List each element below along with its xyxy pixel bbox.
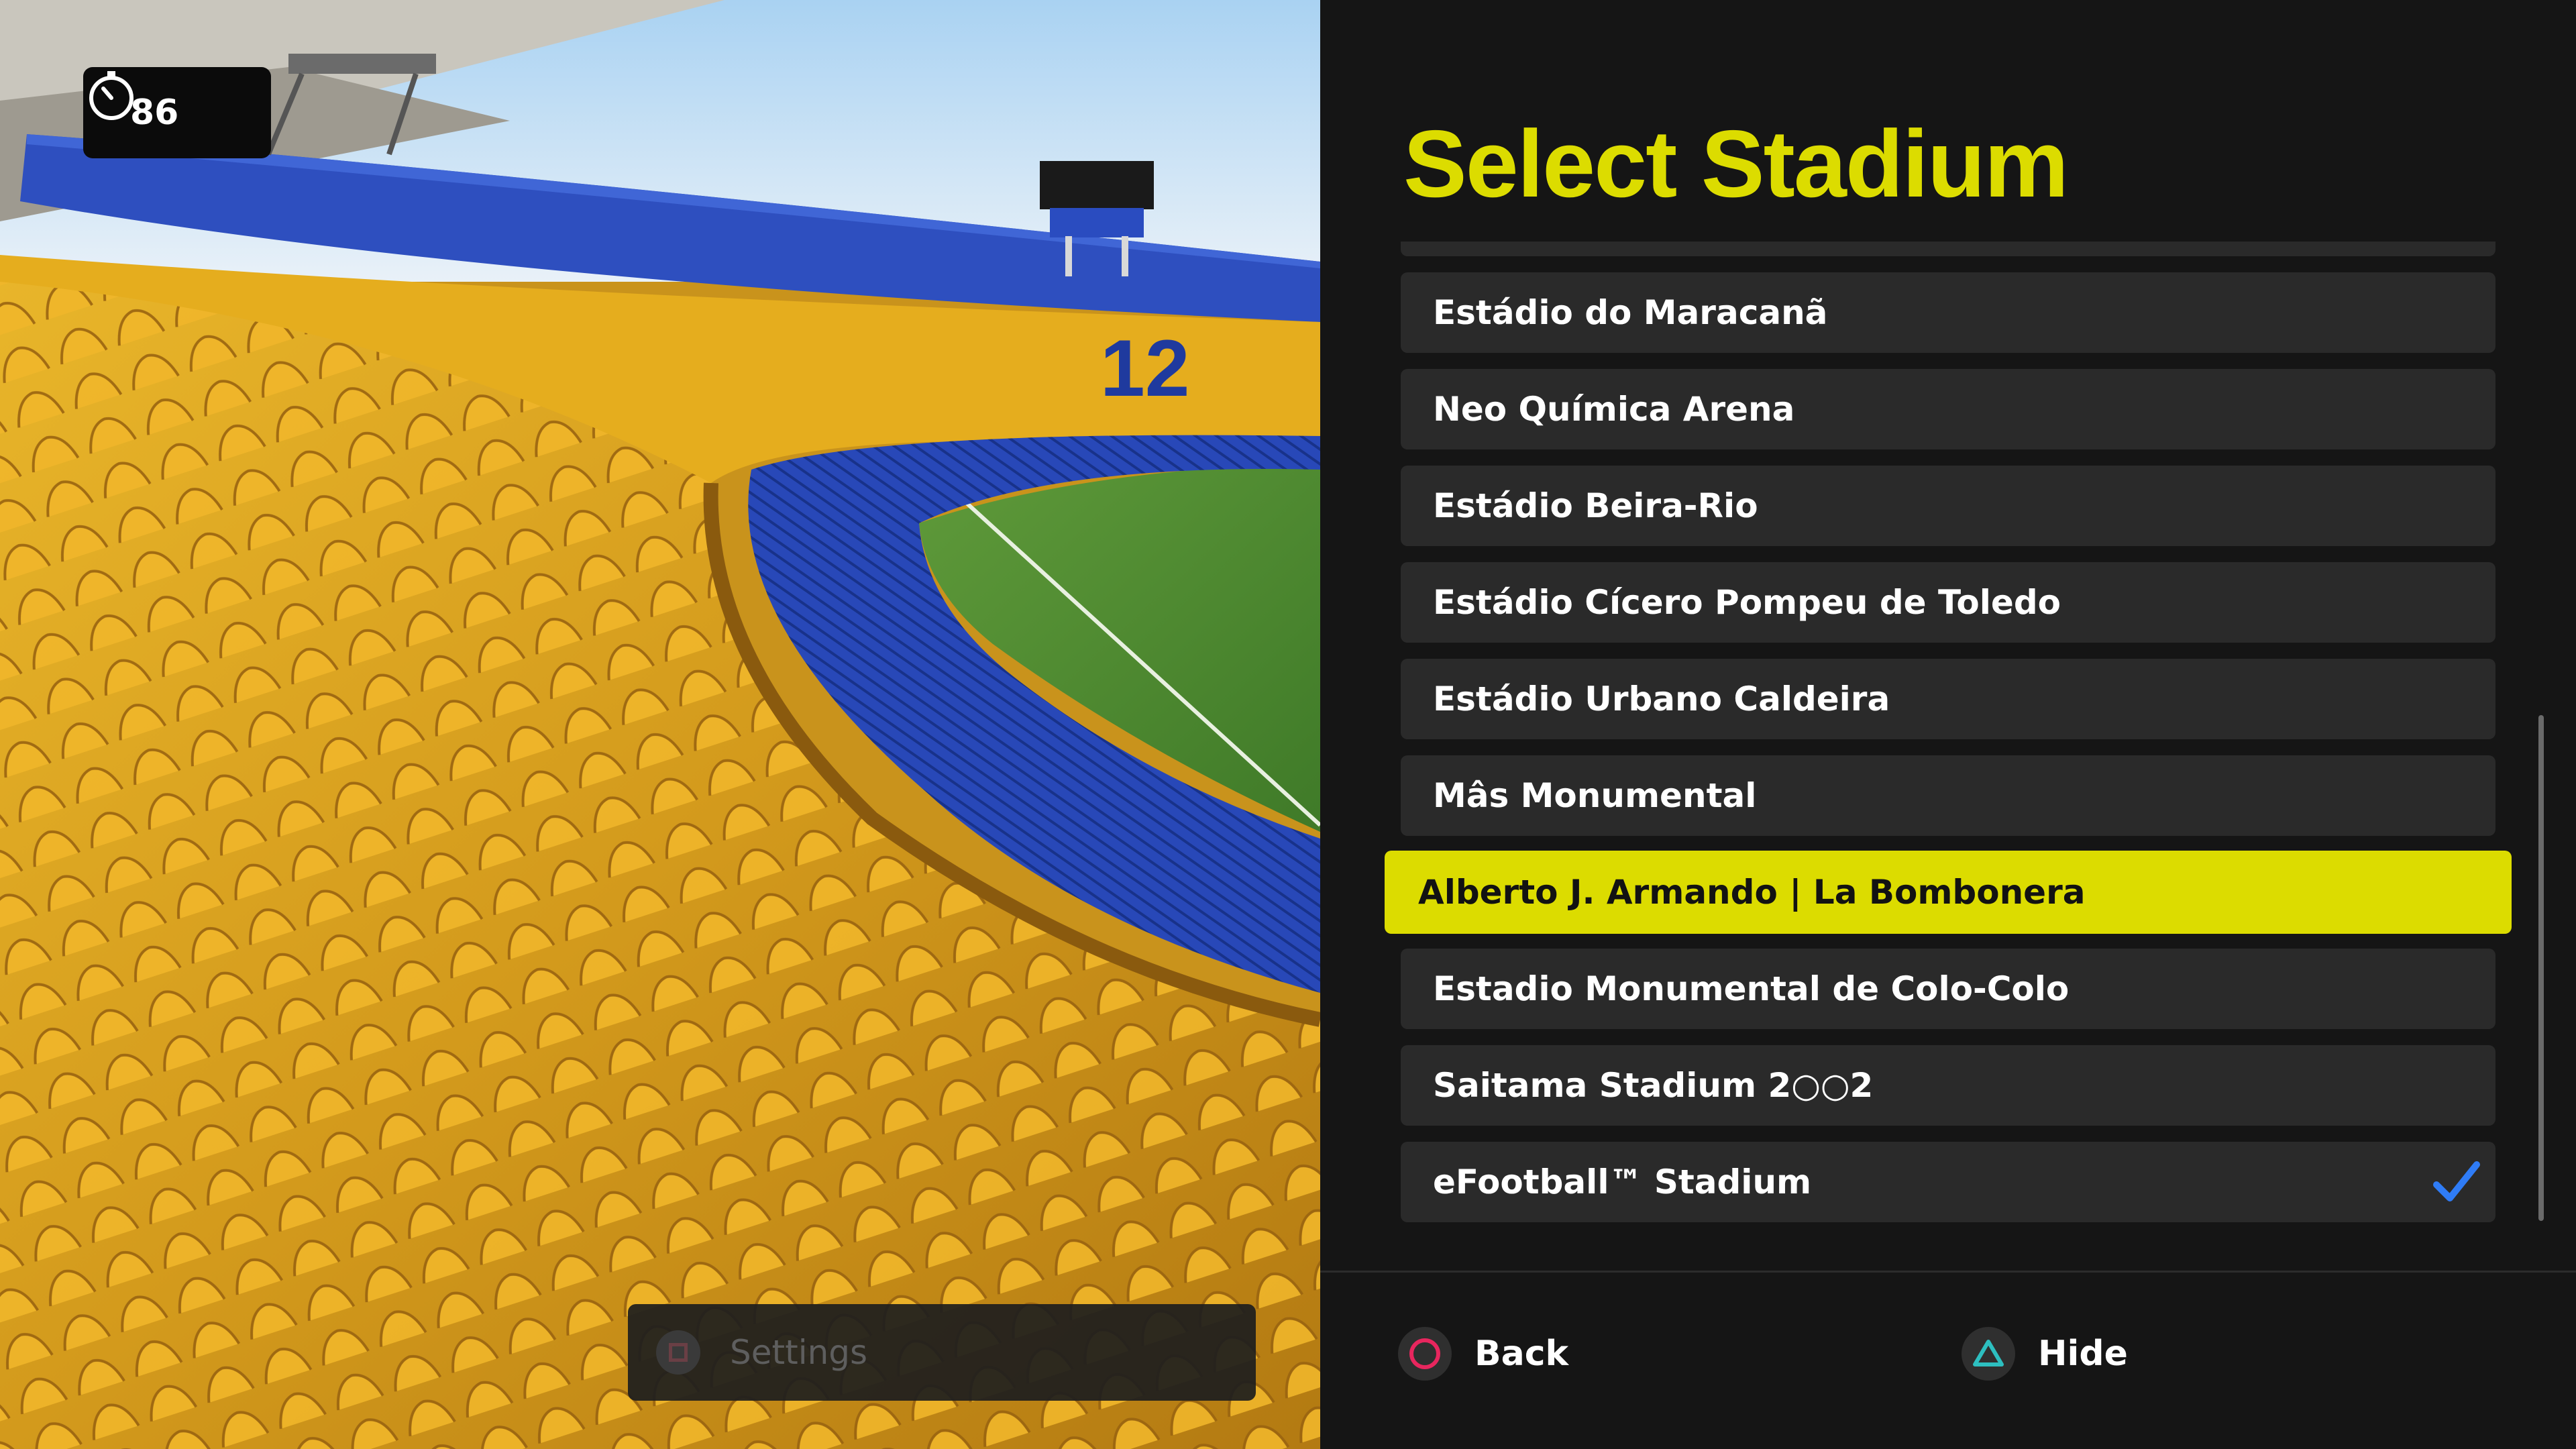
stadium-name: Saitama Stadium 2○○2 [1433, 1066, 1874, 1105]
stadium-row[interactable]: eFootball™ Stadium [1401, 1142, 2496, 1222]
stadium-list: Estádio do Maracanã Neo Química Arena Está… [1320, 241, 2576, 1228]
checkmark-icon [2433, 1161, 2480, 1201]
stadium-row[interactable]: Estádio do Maracanã [1401, 272, 2496, 353]
stadium-row[interactable]: Estádio Cícero Pompeu de Toledo [1401, 562, 2496, 643]
square-button-icon [656, 1330, 700, 1375]
stadium-name: Estádio Cícero Pompeu de Toledo [1433, 583, 2061, 622]
stadium-select-panel: Select Stadium Estádio do Maracanã Neo Qu… [1320, 0, 2576, 1449]
hide-button[interactable]: Hide [1962, 1326, 2128, 1382]
stadium-row[interactable]: Mâs Monumental [1401, 755, 2496, 836]
circle-button-icon [1398, 1327, 1452, 1381]
settings-button[interactable]: Settings [628, 1304, 1256, 1401]
footer-divider [1320, 1271, 2576, 1273]
stadium-row[interactable]: Neo Química Arena [1401, 369, 2496, 449]
stadium-row[interactable]: Estadio Monumental de Colo-Colo [1401, 949, 2496, 1029]
stadium-name: Estádio Beira-Rio [1433, 486, 1758, 525]
triangle-button-icon [1962, 1327, 2015, 1381]
back-label: Back [1474, 1334, 1569, 1374]
svg-text:12: 12 [1100, 323, 1189, 413]
back-button[interactable]: Back [1398, 1326, 1568, 1382]
page-title: Select Stadium [1403, 111, 2069, 217]
scrollbar[interactable] [2538, 715, 2544, 1221]
stadium-name: Neo Química Arena [1433, 390, 1795, 429]
stadium-name: eFootball™ Stadium [1433, 1163, 1812, 1201]
settings-label: Settings [730, 1333, 868, 1372]
stadium-row[interactable]: Saitama Stadium 2○○2 [1401, 1045, 2496, 1126]
stadium-row[interactable]: Estádio Urbano Caldeira [1401, 659, 2496, 739]
stadium-preview-image: 12 86 Settings [0, 0, 1320, 1449]
stadium-row[interactable]: Alberto J. Armando | La Bombonera [1385, 851, 2512, 934]
stadium-name: Estadio Monumental de Colo-Colo [1433, 969, 2070, 1008]
stadium-row-partial[interactable] [1401, 241, 2496, 256]
stadium-name: Estádio do Maracanã [1433, 293, 1828, 332]
hide-label: Hide [2038, 1334, 2128, 1374]
timer-badge: 86 [83, 67, 271, 158]
stadium-name: Estádio Urbano Caldeira [1433, 680, 1890, 718]
stadium-row[interactable]: Estádio Beira-Rio [1401, 466, 2496, 546]
stadium-name: Alberto J. Armando | La Bombonera [1418, 873, 2086, 912]
stadium-illustration: 12 [0, 0, 1320, 1449]
stopwatch-icon [89, 71, 133, 120]
stadium-name: Mâs Monumental [1433, 776, 1757, 815]
